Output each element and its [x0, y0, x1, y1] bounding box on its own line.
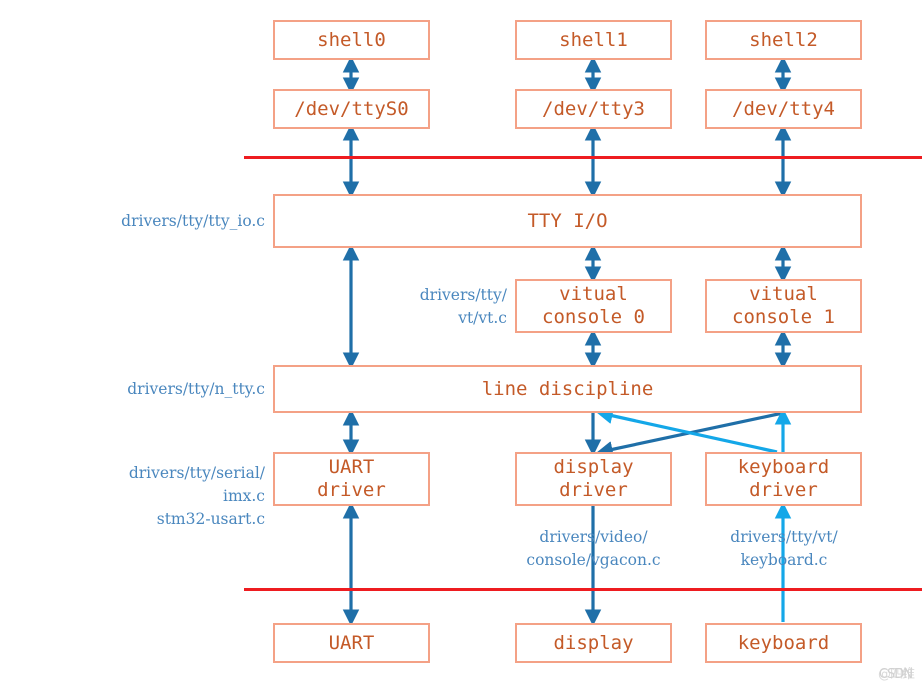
watermark-text-secondary: @四维: [877, 667, 915, 682]
box-dev-ttyS0[interactable]: /dev/ttyS0: [273, 89, 430, 129]
divider-user-kernel: [244, 156, 922, 159]
divider-kernel-hardware: [244, 588, 922, 591]
label-keyboard-source: drivers/tty/vt/ keyboard.c: [730, 528, 838, 569]
box-shell0[interactable]: shell0: [273, 20, 430, 60]
label-serial-source: drivers/tty/serial/ imx.c stm32-usart.c: [128, 464, 265, 528]
box-shell1[interactable]: shell1: [515, 20, 672, 60]
diagram-canvas: shell0 shell1 shell2 /dev/ttyS0 /dev/tty…: [0, 0, 922, 688]
box-uart-driver[interactable]: UART driver: [273, 452, 430, 506]
box-keyboard[interactable]: keyboard: [705, 623, 862, 663]
label-vt-source: drivers/tty/ vt/vt.c: [419, 286, 507, 327]
box-dev-tty3[interactable]: /dev/tty3: [515, 89, 672, 129]
box-shell2[interactable]: shell2: [705, 20, 862, 60]
box-display[interactable]: display: [515, 623, 672, 663]
box-vitual-console-0[interactable]: vitual console 0: [515, 279, 672, 333]
box-keyboard-driver[interactable]: keyboard driver: [705, 452, 862, 506]
box-vitual-console-1[interactable]: vitual console 1: [705, 279, 862, 333]
label-tty-io-source: drivers/tty/tty_io.c: [121, 212, 265, 230]
label-n-tty-source: drivers/tty/n_tty.c: [127, 380, 265, 398]
csdn-watermark: CSDN@四维: [877, 663, 915, 682]
label-vgacon-source: drivers/video/ console/vgacon.c: [526, 528, 661, 569]
box-dev-tty4[interactable]: /dev/tty4: [705, 89, 862, 129]
box-line-discipline[interactable]: line discipline: [273, 365, 862, 413]
box-tty-io[interactable]: TTY I/O: [273, 194, 862, 248]
box-display-driver[interactable]: display driver: [515, 452, 672, 506]
box-uart[interactable]: UART: [273, 623, 430, 663]
